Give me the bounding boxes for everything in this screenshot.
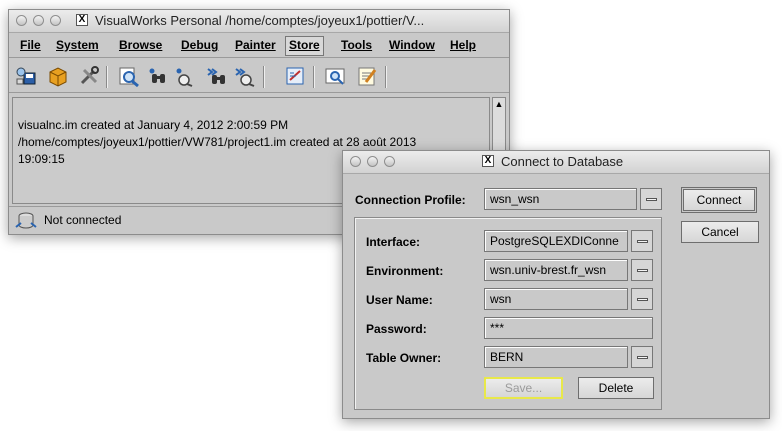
- dropdown-icon: [636, 268, 648, 272]
- zoom-dialog-button[interactable]: [384, 156, 395, 167]
- close-window-button[interactable]: [16, 15, 27, 26]
- connection-profile-dropdown-button[interactable]: [640, 188, 662, 210]
- dropdown-icon: [636, 297, 648, 301]
- find-method-icon[interactable]: [174, 65, 196, 87]
- browser-icon[interactable]: [118, 65, 140, 87]
- dialog-title: Connect to Database: [501, 154, 624, 169]
- tools-icon[interactable]: [78, 65, 100, 87]
- implementors-icon[interactable]: [206, 65, 228, 87]
- environment-field[interactable]: wsn.univ-brest.fr_wsn: [484, 259, 628, 281]
- user-name-dropdown-button[interactable]: [631, 288, 653, 310]
- menu-window[interactable]: Window: [386, 36, 438, 54]
- notepad-icon[interactable]: [356, 65, 378, 87]
- menubar: File System Browse Debug Painter Store T…: [9, 33, 509, 58]
- password-label: Password:: [366, 322, 427, 336]
- menu-debug[interactable]: Debug: [178, 36, 221, 54]
- cancel-button[interactable]: Cancel: [681, 221, 759, 243]
- menu-painter[interactable]: Painter: [232, 36, 279, 54]
- minimize-window-button[interactable]: [33, 15, 44, 26]
- environment-dropdown-button[interactable]: [631, 259, 653, 281]
- menu-store[interactable]: Store: [285, 36, 324, 56]
- connect-database-dialog: X Connect to Database Connection Profile…: [342, 150, 770, 419]
- parcel-icon[interactable]: [47, 65, 69, 87]
- save-button[interactable]: Save...: [484, 377, 563, 399]
- connect-button[interactable]: Connect: [681, 187, 757, 213]
- transcript-line: /home/comptes/joyeux1/pottier/VW781/proj…: [18, 135, 417, 149]
- user-name-field[interactable]: wsn: [484, 288, 628, 310]
- senders-icon[interactable]: [234, 65, 256, 87]
- menu-system[interactable]: System: [53, 36, 102, 54]
- save-image-icon[interactable]: [15, 65, 37, 87]
- table-owner-dropdown-button[interactable]: [631, 346, 653, 368]
- main-titlebar[interactable]: X VisualWorks Personal /home/comptes/joy…: [9, 10, 509, 33]
- scroll-up-arrow-icon[interactable]: ▲: [494, 99, 504, 109]
- password-field[interactable]: ***: [484, 317, 653, 339]
- dropdown-icon: [645, 197, 657, 201]
- connection-status: Not connected: [44, 213, 122, 227]
- connection-profile-label: Connection Profile:: [355, 193, 466, 207]
- zoom-window-button[interactable]: [50, 15, 61, 26]
- delete-button[interactable]: Delete: [578, 377, 654, 399]
- workspace-icon[interactable]: [284, 65, 306, 87]
- find-class-icon[interactable]: [147, 65, 169, 87]
- toolbar-separator: [106, 66, 108, 88]
- main-window-title: VisualWorks Personal /home/comptes/joyeu…: [95, 13, 425, 28]
- x11-app-icon: X: [482, 155, 494, 167]
- toolbar-separator: [263, 66, 265, 88]
- dropdown-icon: [636, 239, 648, 243]
- transcript-line: visualnc.im created at January 4, 2012 2…: [18, 118, 289, 132]
- inspect-icon[interactable]: [324, 65, 346, 87]
- dialog-window-controls: [350, 156, 395, 167]
- table-owner-label: Table Owner:: [366, 351, 442, 365]
- interface-dropdown-button[interactable]: [631, 230, 653, 252]
- x11-app-icon: X: [76, 14, 88, 26]
- window-controls: [16, 15, 61, 26]
- dialog-titlebar[interactable]: X Connect to Database: [343, 151, 769, 174]
- dropdown-icon: [636, 355, 648, 359]
- connection-profile-field[interactable]: wsn_wsn: [484, 188, 637, 210]
- toolbar: [9, 58, 509, 93]
- table-owner-field[interactable]: BERN: [484, 346, 628, 368]
- toolbar-separator: [385, 66, 387, 88]
- close-dialog-button[interactable]: [350, 156, 361, 167]
- menu-tools[interactable]: Tools: [338, 36, 375, 54]
- menu-file[interactable]: File: [17, 36, 44, 54]
- database-connection-icon: [15, 212, 37, 229]
- menu-help[interactable]: Help: [447, 36, 479, 54]
- interface-field[interactable]: PostgreSQLEXDIConne: [484, 230, 628, 252]
- user-name-label: User Name:: [366, 293, 433, 307]
- toolbar-separator: [313, 66, 315, 88]
- menu-browse[interactable]: Browse: [116, 36, 165, 54]
- minimize-dialog-button[interactable]: [367, 156, 378, 167]
- interface-label: Interface:: [366, 235, 421, 249]
- environment-label: Environment:: [366, 264, 444, 278]
